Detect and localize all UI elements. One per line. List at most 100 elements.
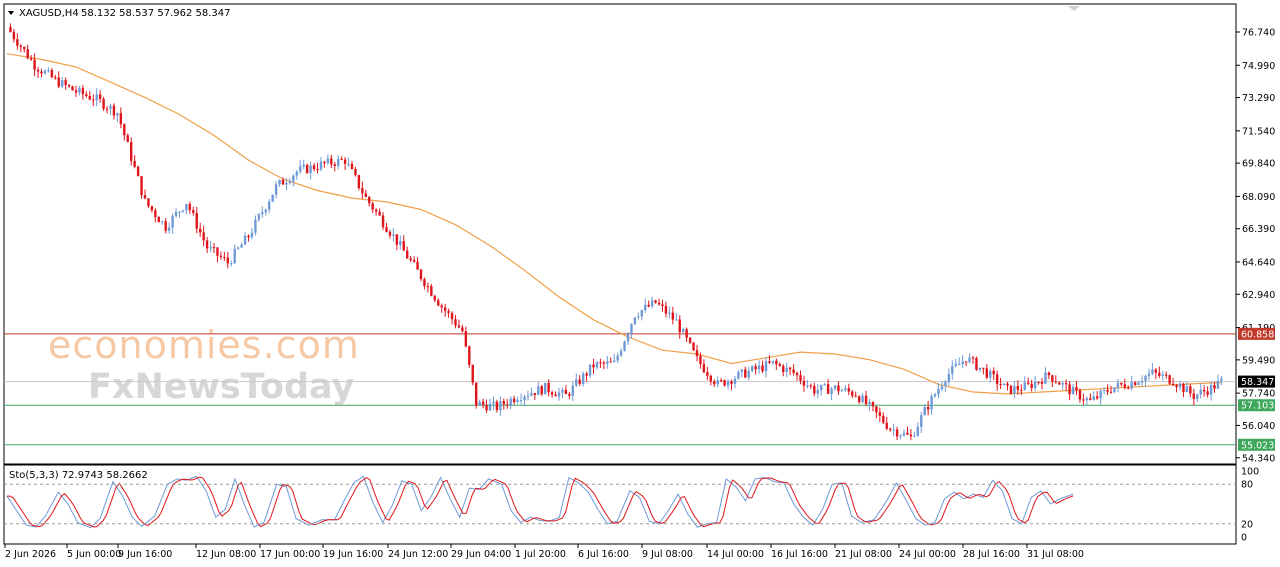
candle-body xyxy=(861,395,864,403)
candle-body xyxy=(706,372,709,376)
candle-body xyxy=(475,382,478,406)
oscillator-panel[interactable] xyxy=(3,464,1237,545)
candle-body xyxy=(940,386,944,389)
candle-body xyxy=(654,300,657,303)
candle-body xyxy=(343,159,347,164)
time-tick-label: 19 Jun 16:00 xyxy=(323,549,383,560)
watermark-fxnewstoday: FxNewsToday xyxy=(88,367,355,407)
candle-body xyxy=(105,108,109,110)
time-tick-label: 24 Jul 00:00 xyxy=(899,549,956,560)
candle-body xyxy=(171,215,174,228)
candle-body xyxy=(136,166,140,177)
candle-body xyxy=(575,379,578,386)
candle-body xyxy=(978,367,982,370)
candle-body xyxy=(212,247,216,249)
candle-body xyxy=(374,209,378,212)
candle-body xyxy=(1020,389,1023,391)
candle-body xyxy=(788,367,792,370)
candle-body xyxy=(757,365,761,370)
candle-body xyxy=(333,164,336,166)
candle-body xyxy=(1171,383,1175,386)
time-tick-label: 17 Jun 00:00 xyxy=(260,549,320,560)
candle-body xyxy=(81,88,85,95)
candle-body xyxy=(857,396,861,403)
candle-body xyxy=(1058,382,1061,385)
candle-body xyxy=(619,350,623,356)
candle-body xyxy=(1185,386,1189,393)
candle-body xyxy=(1068,384,1071,395)
candle-body xyxy=(492,401,495,404)
candle-body xyxy=(685,329,688,338)
candle-body xyxy=(74,90,78,93)
chart-canvas[interactable]: XAGUSD,H4 58.132 58.537 57.962 58.347 St… xyxy=(0,0,1280,567)
candle-body xyxy=(1040,381,1044,384)
candle-body xyxy=(299,166,302,172)
candle-body xyxy=(1147,373,1151,376)
time-tick-label: 28 Jul 16:00 xyxy=(963,549,1020,560)
candle-body xyxy=(954,364,957,366)
candle-body xyxy=(995,374,999,385)
candle xyxy=(1168,374,1171,385)
candle-body xyxy=(992,370,995,375)
candle-body xyxy=(354,168,357,176)
candle-body xyxy=(1175,385,1178,388)
candle-body xyxy=(930,396,933,410)
candle-body xyxy=(167,227,171,231)
candle-body xyxy=(899,435,902,437)
chart-window[interactable]: XAGUSD,H4 58.132 58.537 57.962 58.347 St… xyxy=(0,0,1280,567)
candle-body xyxy=(112,105,116,116)
candle-body xyxy=(495,401,499,411)
candle-body xyxy=(744,369,747,378)
candle-body xyxy=(233,248,236,263)
candle-body xyxy=(875,406,878,413)
candle-body xyxy=(640,310,643,317)
candle-body xyxy=(747,370,750,378)
candle-body xyxy=(533,393,537,395)
candle-body xyxy=(892,429,895,431)
candle-body xyxy=(1137,382,1140,386)
candle-body xyxy=(416,261,419,270)
candle-body xyxy=(678,319,681,333)
candle-body xyxy=(782,365,785,372)
candle-body xyxy=(616,355,619,361)
candle-body xyxy=(1006,383,1009,386)
time-tick-label: 1 Jul 20:00 xyxy=(515,549,566,560)
time-tick-label: 24 Jun 12:00 xyxy=(388,549,448,560)
price-tick-label: 71.540 xyxy=(1242,126,1275,137)
time-tick-label: 5 Jun 00:00 xyxy=(67,549,121,560)
time-axis: 2 Jun 2026 5 Jun 00:009 Jun 16:00 12 Jun 0… xyxy=(4,544,1084,560)
price-tick-label: 59.490 xyxy=(1242,355,1275,366)
candle-body xyxy=(36,69,40,72)
candle-body xyxy=(982,367,985,369)
candle-body xyxy=(647,304,650,307)
candle-body xyxy=(833,385,837,389)
candle-body xyxy=(740,369,744,372)
candle-body xyxy=(671,312,675,320)
candle-body xyxy=(371,203,374,210)
candle-body xyxy=(554,394,557,397)
candle-body xyxy=(1078,390,1082,400)
candle-body xyxy=(1209,385,1213,395)
candle-body xyxy=(868,402,871,405)
candle-body xyxy=(443,307,447,311)
candle-body xyxy=(378,211,381,216)
ohlc-readout: 58.132 58.537 57.962 58.347 xyxy=(81,8,231,19)
candle-body xyxy=(47,70,50,72)
candle-body xyxy=(926,407,930,410)
candle-body xyxy=(1089,398,1092,400)
price-tick-label: 64.640 xyxy=(1242,257,1275,268)
candle-body xyxy=(98,94,102,99)
candle-body xyxy=(947,373,951,382)
candle-body xyxy=(630,323,633,335)
candle-body xyxy=(820,384,823,391)
candle-body xyxy=(40,71,43,74)
price-tick-label: 66.390 xyxy=(1242,224,1275,235)
candle-body xyxy=(592,364,595,368)
candle-body xyxy=(188,203,192,211)
candle-body xyxy=(802,380,806,386)
candle xyxy=(357,174,361,191)
candle-body xyxy=(1009,385,1013,394)
candle-body xyxy=(140,176,143,196)
candle-body xyxy=(361,188,364,194)
candle-body xyxy=(650,300,654,307)
